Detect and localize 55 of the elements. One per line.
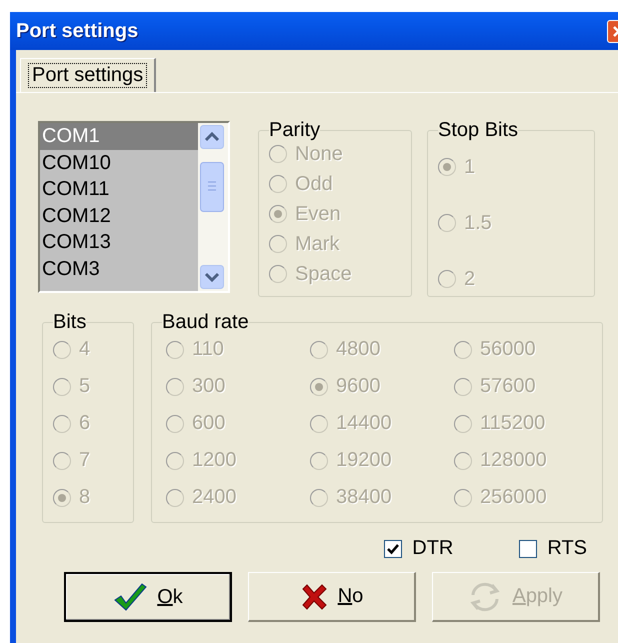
scroll-up-button[interactable] bbox=[200, 125, 224, 149]
checkbox-label: DTR bbox=[412, 537, 454, 560]
radio-label: 2 bbox=[464, 268, 476, 290]
radio-label: Even bbox=[295, 202, 341, 226]
radio-label: 57600 bbox=[480, 375, 536, 398]
list-item[interactable]: COM12 bbox=[40, 202, 198, 229]
radio-label: 56000 bbox=[480, 338, 536, 361]
scrollbar[interactable] bbox=[198, 123, 228, 291]
checkmark-icon bbox=[387, 542, 400, 554]
radio-label: 256000 bbox=[480, 486, 547, 509]
radio-label: 110 bbox=[192, 338, 224, 361]
dialog-button[interactable]: No bbox=[248, 572, 416, 622]
radio-label: 600 bbox=[192, 412, 226, 435]
list-item[interactable]: COM1 bbox=[40, 123, 198, 150]
radio-label: 7 bbox=[79, 449, 90, 472]
dialog-button[interactable]: Ok bbox=[64, 572, 232, 622]
group-title: Parity bbox=[269, 121, 320, 139]
group-title: Bits bbox=[53, 313, 86, 331]
cross-icon bbox=[300, 582, 328, 610]
radio-label: 2400 bbox=[192, 486, 236, 509]
radio-label: 5 bbox=[79, 375, 90, 398]
radio-label: 38400 bbox=[336, 486, 392, 509]
scroll-down-button[interactable] bbox=[200, 265, 224, 289]
radio-label: 4 bbox=[79, 338, 90, 361]
radio-label: None bbox=[295, 142, 343, 166]
list-item[interactable]: COM13 bbox=[40, 229, 198, 256]
group-title: Baud rate bbox=[162, 313, 249, 331]
radio-label: 9600 bbox=[336, 375, 380, 398]
refresh-icon bbox=[468, 580, 502, 612]
radio-label: 1200 bbox=[192, 449, 236, 472]
radio-label: Mark bbox=[295, 232, 340, 256]
checkbox-label: RTS bbox=[547, 537, 587, 560]
checkbox[interactable] bbox=[384, 540, 402, 558]
radio-label: 115200 bbox=[480, 412, 546, 435]
radio-label: 6 bbox=[79, 412, 90, 435]
radio-label: Space bbox=[295, 262, 352, 286]
radio-label: 1.5 bbox=[464, 212, 492, 234]
radio-label: 1 bbox=[464, 156, 476, 178]
radio-label: 300 bbox=[192, 375, 226, 398]
port-list[interactable]: COM1 COM10 COM11 COM12 COM13 COM3 bbox=[38, 121, 230, 293]
list-item[interactable]: COM10 bbox=[40, 150, 198, 176]
checkmark-icon bbox=[113, 582, 148, 612]
radio-label: 14400 bbox=[336, 412, 392, 435]
scroll-thumb[interactable] bbox=[200, 162, 224, 212]
checkbox[interactable] bbox=[519, 540, 538, 558]
list-item[interactable]: COM3 bbox=[40, 256, 198, 282]
tab[interactable]: Port settings bbox=[20, 58, 156, 92]
window-title: Port settings bbox=[16, 20, 138, 42]
radio-label: 8 bbox=[79, 486, 90, 509]
radio-label: 19200 bbox=[336, 449, 392, 472]
group-title: Stop Bits bbox=[438, 121, 518, 139]
radio-label: 4800 bbox=[336, 338, 380, 361]
radio-label: 128000 bbox=[480, 449, 547, 472]
radio-label: Odd bbox=[295, 172, 333, 196]
list-item[interactable]: COM11 bbox=[40, 176, 198, 202]
